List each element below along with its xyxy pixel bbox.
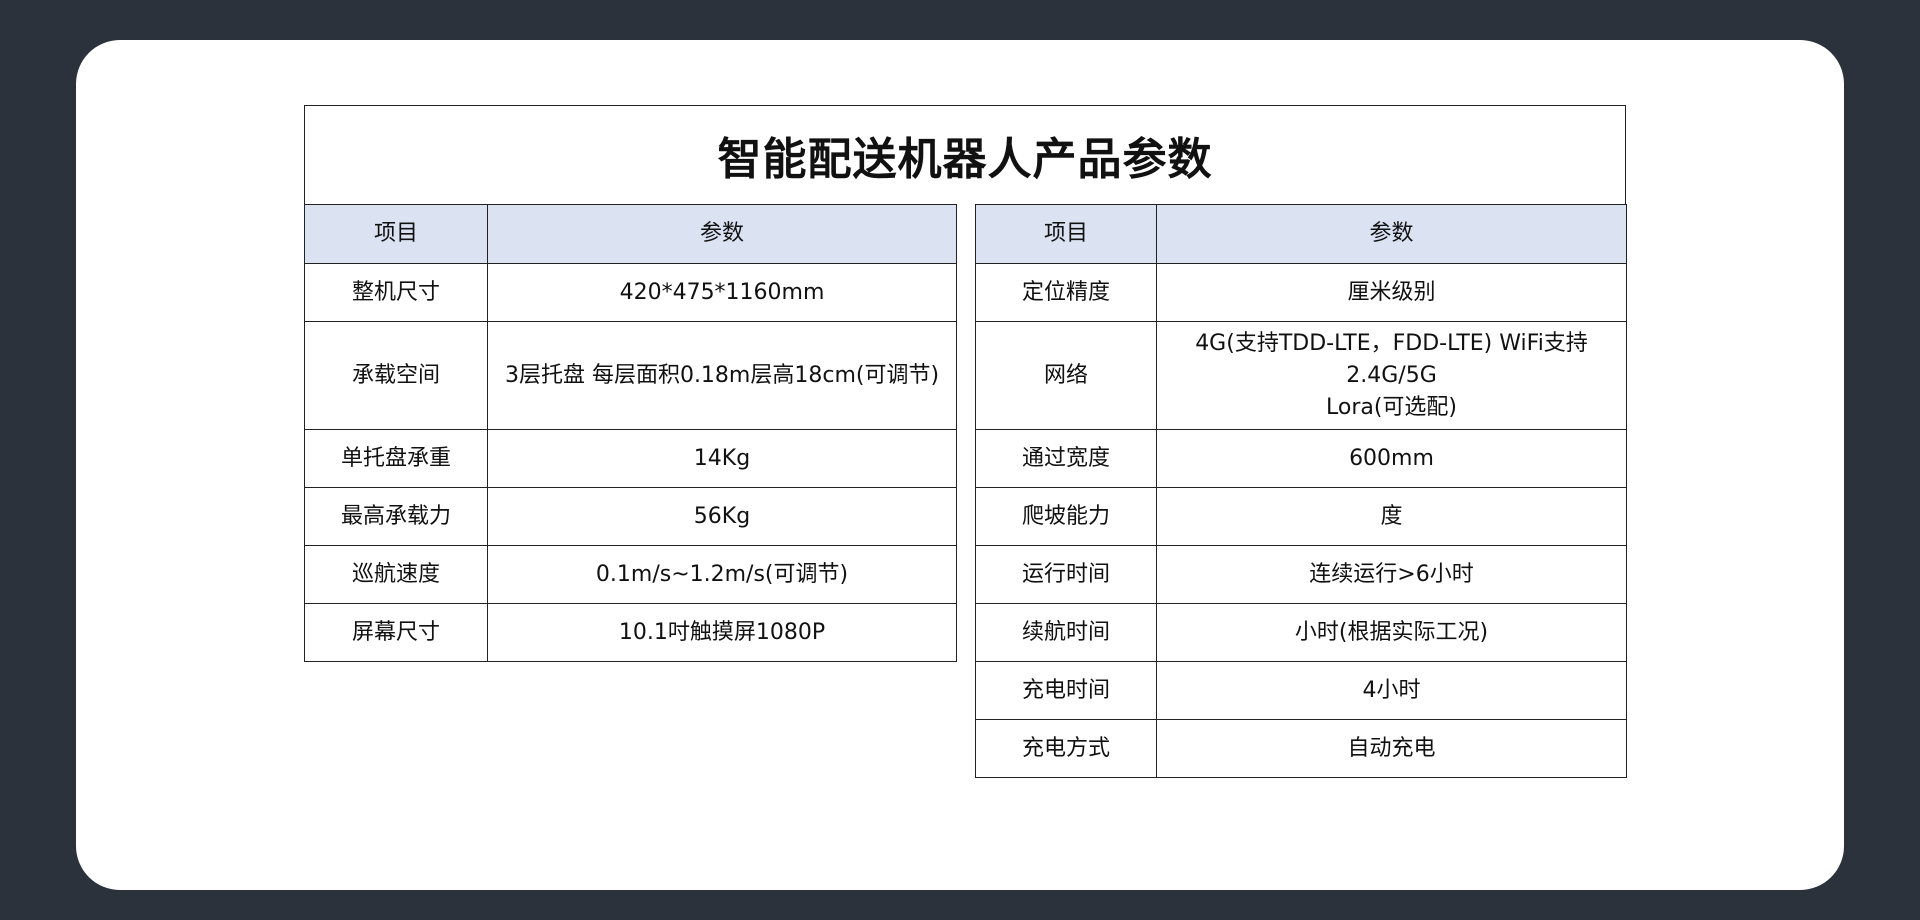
table-row: 屏幕尺寸 10.1吋触摸屏1080P xyxy=(304,603,957,662)
row-item-label: 单托盘承重 xyxy=(304,429,488,488)
column-header-item: 项目 xyxy=(304,204,488,264)
table-row: 巡航速度 0.1m/s~1.2m/s(可调节) xyxy=(304,545,957,604)
row-value: 小时(根据实际工况) xyxy=(1156,603,1627,662)
column-header-param: 参数 xyxy=(487,204,957,264)
content-card: 智能配送机器人产品参数 项目 参数 整机尺寸 420*475*1160mm 承载… xyxy=(76,40,1844,890)
table-row: 网络 4G(支持TDD-LTE，FDD-LTE) WiFi支持 2.4G/5G … xyxy=(975,321,1627,430)
page-title: 智能配送机器人产品参数 xyxy=(717,134,1213,185)
row-value: 0.1m/s~1.2m/s(可调节) xyxy=(487,545,957,604)
table-row: 充电方式 自动充电 xyxy=(975,719,1627,778)
title-box: 智能配送机器人产品参数 xyxy=(304,105,1626,204)
table-row: 爬坡能力 度 xyxy=(975,487,1627,546)
row-item-label: 屏幕尺寸 xyxy=(304,603,488,662)
row-item-label: 充电时间 xyxy=(975,661,1157,720)
row-item-label: 整机尺寸 xyxy=(304,263,488,322)
column-header-param: 参数 xyxy=(1156,204,1627,264)
table-header-row: 项目 参数 xyxy=(304,204,957,264)
table-row: 通过宽度 600mm xyxy=(975,429,1627,488)
table-row: 续航时间 小时(根据实际工况) xyxy=(975,603,1627,662)
table-row: 最高承载力 56Kg xyxy=(304,487,957,546)
spec-sheet: 智能配送机器人产品参数 项目 参数 整机尺寸 420*475*1160mm 承载… xyxy=(304,105,1627,825)
table-row: 整机尺寸 420*475*1160mm xyxy=(304,263,957,322)
row-value: 3层托盘 每层面积0.18m层高18cm(可调节) xyxy=(487,321,957,430)
row-item-label: 网络 xyxy=(975,321,1157,430)
table-row: 充电时间 4小时 xyxy=(975,661,1627,720)
row-item-label: 最高承载力 xyxy=(304,487,488,546)
row-value: 420*475*1160mm xyxy=(487,263,957,322)
row-value: 度 xyxy=(1156,487,1627,546)
row-item-label: 承载空间 xyxy=(304,321,488,430)
row-item-label: 定位精度 xyxy=(975,263,1157,322)
table-row: 单托盘承重 14Kg xyxy=(304,429,957,488)
spec-table-right: 项目 参数 定位精度 厘米级别 网络 4G(支持TDD-LTE，FDD-LTE)… xyxy=(975,204,1627,778)
row-item-label: 充电方式 xyxy=(975,719,1157,778)
row-item-label: 通过宽度 xyxy=(975,429,1157,488)
row-value: 连续运行>6小时 xyxy=(1156,545,1627,604)
row-value: 14Kg xyxy=(487,429,957,488)
row-value: 56Kg xyxy=(487,487,957,546)
row-value: 600mm xyxy=(1156,429,1627,488)
row-value: 10.1吋触摸屏1080P xyxy=(487,603,957,662)
row-value: 4小时 xyxy=(1156,661,1627,720)
table-row: 运行时间 连续运行>6小时 xyxy=(975,545,1627,604)
row-value: 4G(支持TDD-LTE，FDD-LTE) WiFi支持 2.4G/5G Lor… xyxy=(1156,321,1627,430)
row-item-label: 运行时间 xyxy=(975,545,1157,604)
table-row: 承载空间 3层托盘 每层面积0.18m层高18cm(可调节) xyxy=(304,321,957,430)
table-row: 定位精度 厘米级别 xyxy=(975,263,1627,322)
column-header-item: 项目 xyxy=(975,204,1157,264)
row-value: 厘米级别 xyxy=(1156,263,1627,322)
table-header-row: 项目 参数 xyxy=(975,204,1627,264)
row-item-label: 爬坡能力 xyxy=(975,487,1157,546)
spec-table-left: 项目 参数 整机尺寸 420*475*1160mm 承载空间 3层托盘 每层面积… xyxy=(304,204,957,662)
row-value: 自动充电 xyxy=(1156,719,1627,778)
row-item-label: 巡航速度 xyxy=(304,545,488,604)
row-item-label: 续航时间 xyxy=(975,603,1157,662)
